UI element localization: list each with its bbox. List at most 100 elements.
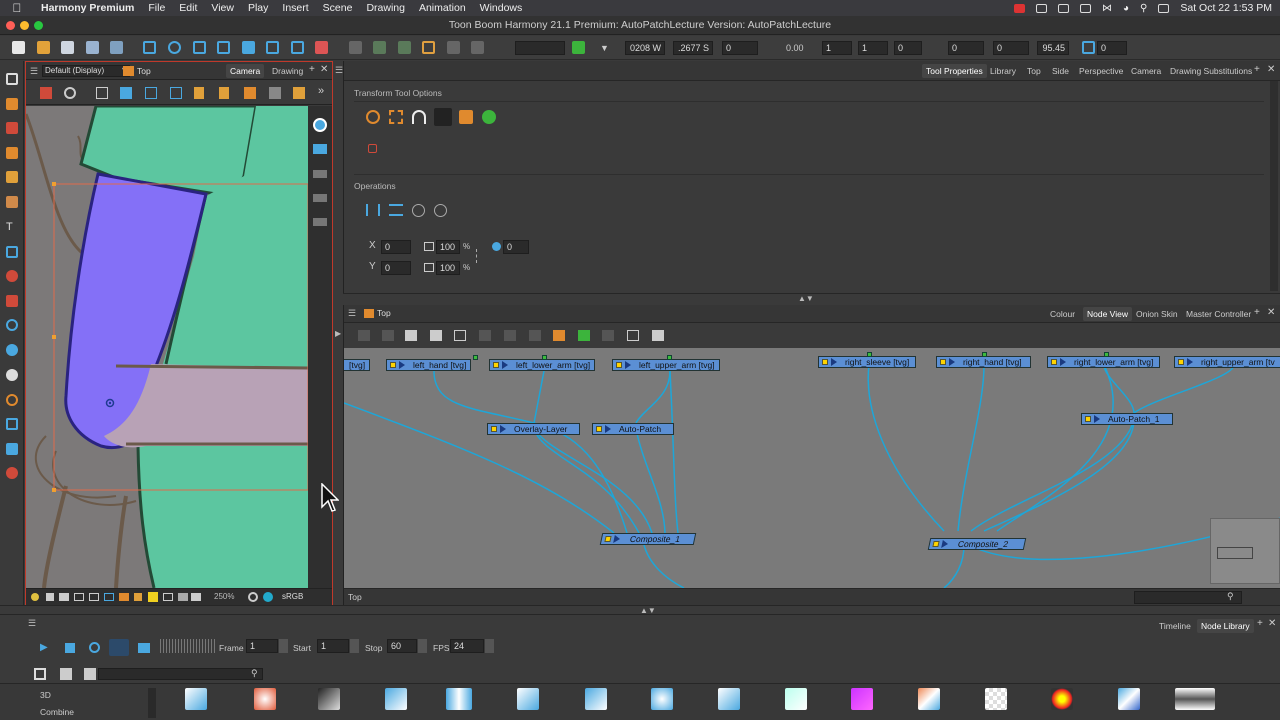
animate-mode-icon[interactable] xyxy=(572,41,585,54)
close-timeline-icon[interactable]: ✕ xyxy=(1268,618,1276,629)
new-scene-icon[interactable] xyxy=(12,41,25,54)
sound-toggle-icon[interactable] xyxy=(109,639,129,656)
scrollbar[interactable] xyxy=(1270,81,1278,291)
battery-icon[interactable] xyxy=(1079,3,1091,13)
color-wheel-icon[interactable] xyxy=(263,592,273,602)
more-icon[interactable]: » xyxy=(318,85,324,97)
maintain-size-icon[interactable] xyxy=(266,41,279,54)
node-auto-patch[interactable]: Auto-Patch xyxy=(592,423,675,435)
grid-icon[interactable] xyxy=(96,87,108,99)
close-node-view-icon[interactable]: ✕ xyxy=(1267,307,1275,318)
library-node-thumb-11[interactable] xyxy=(851,688,873,710)
field-percent[interactable]: 95.45 xyxy=(1037,41,1069,55)
node-auto-patch-1[interactable]: Auto-Patch_1 xyxy=(1081,413,1173,425)
node-enable-icon[interactable] xyxy=(1178,359,1184,365)
view-mode-icon-7[interactable] xyxy=(134,593,142,601)
layer-stack-icon-2[interactable] xyxy=(313,194,327,202)
display-select[interactable]: Default (Display) xyxy=(42,65,130,77)
library-view-icon[interactable] xyxy=(34,668,46,680)
brush-tool-icon[interactable] xyxy=(6,98,18,110)
lock-ratio-icon[interactable] xyxy=(476,249,477,263)
flip-horizontal-icon[interactable] xyxy=(366,204,380,216)
view-mode-icon-10[interactable] xyxy=(191,593,201,601)
field-s[interactable]: .2677 S xyxy=(673,41,713,55)
frame-stepper[interactable] xyxy=(279,639,288,653)
menu-animation[interactable]: Animation xyxy=(412,2,473,14)
library-list-icon[interactable] xyxy=(60,668,72,680)
unlock-icon[interactable] xyxy=(219,87,229,99)
library-category-combine[interactable]: Combine xyxy=(40,707,74,717)
library-node-thumb-5[interactable] xyxy=(446,688,472,710)
onion-skin-icon[interactable] xyxy=(313,118,327,132)
drawing-canvas[interactable] xyxy=(26,106,308,588)
brush-preview-icon[interactable] xyxy=(244,87,256,99)
lock-icon[interactable] xyxy=(194,87,204,99)
node-enable-icon[interactable] xyxy=(940,359,946,365)
morph-icon[interactable] xyxy=(447,41,460,54)
menu-icon-2[interactable]: ☰ xyxy=(348,308,356,319)
paint-tool-icon[interactable] xyxy=(6,147,18,159)
stamp-tool-icon[interactable] xyxy=(6,171,18,183)
menu-edit[interactable]: Edit xyxy=(172,2,204,14)
node-enable-icon[interactable] xyxy=(491,426,497,432)
view-mode-icon-4[interactable] xyxy=(89,593,99,601)
record-status-icon[interactable] xyxy=(1013,3,1025,13)
pencil-tool-icon[interactable] xyxy=(6,122,18,134)
library-node-thumb-1[interactable] xyxy=(185,688,207,710)
tab-perspective[interactable]: Perspective xyxy=(1075,64,1127,78)
dropper-tool-icon[interactable] xyxy=(6,295,18,307)
playback-speed-slider[interactable] xyxy=(160,639,215,653)
gear-icon[interactable] xyxy=(64,87,76,99)
bg-icon[interactable] xyxy=(170,87,182,99)
library-search-input[interactable] xyxy=(98,668,263,680)
menu-file[interactable]: File xyxy=(141,2,172,14)
view-mode-icon-2[interactable] xyxy=(59,593,69,601)
library-node-thumb-9[interactable] xyxy=(718,688,740,710)
field-zero-4[interactable]: 0 xyxy=(993,41,1029,55)
layer-select[interactable] xyxy=(515,41,565,55)
peg-select-icon[interactable] xyxy=(459,110,473,124)
add-tab-icon[interactable]: + xyxy=(309,64,315,75)
node-enable-icon[interactable] xyxy=(616,362,622,368)
field-one-b[interactable]: 1 xyxy=(858,41,888,55)
field-chart-icon[interactable] xyxy=(145,87,157,99)
node-enable-icon[interactable] xyxy=(1051,359,1057,365)
view-mode-icon-1[interactable] xyxy=(46,593,54,601)
add-peg-icon[interactable] xyxy=(405,330,417,341)
tab-node-view[interactable]: Node View xyxy=(1083,307,1132,321)
menu-icon[interactable]: ☰ xyxy=(30,66,38,77)
node-tool-icon-2[interactable] xyxy=(382,330,394,341)
flip-vertical-icon[interactable] xyxy=(389,204,403,216)
tab-side[interactable]: Side xyxy=(1048,64,1073,78)
node-search-input[interactable] xyxy=(1134,591,1242,604)
library-node-thumb-14[interactable] xyxy=(1051,688,1073,710)
dropdown-arrow-icon[interactable]: ▼ xyxy=(600,43,609,53)
node-left-hand[interactable]: left_hand [tvg] xyxy=(386,355,478,371)
animate-icon[interactable] xyxy=(40,87,52,99)
horizontal-splitter[interactable]: ▲▼ xyxy=(343,293,1280,305)
loop-icon[interactable] xyxy=(89,642,100,653)
tab-camera[interactable]: Camera xyxy=(226,64,265,78)
select-icon[interactable] xyxy=(143,41,156,54)
view-mode-icon-3[interactable] xyxy=(74,593,84,601)
node-composite-1[interactable]: Composite_1 xyxy=(599,533,697,545)
node-port[interactable] xyxy=(1104,352,1109,357)
splitter-menu-icon[interactable]: ☰ xyxy=(335,65,343,76)
menu-scene[interactable]: Scene xyxy=(316,2,360,14)
node-enable-icon[interactable] xyxy=(1085,416,1091,422)
tab-colour[interactable]: Colour xyxy=(1046,307,1079,321)
close-window-icon[interactable] xyxy=(6,21,15,30)
node-port[interactable] xyxy=(542,355,547,360)
menu-icon-3[interactable]: ☰ xyxy=(28,618,36,629)
close-view-icon[interactable]: ✕ xyxy=(320,64,328,75)
control-center-icon[interactable] xyxy=(1158,3,1170,13)
splitter-arrow-icon[interactable]: ▶ xyxy=(335,329,341,338)
save-as-icon[interactable] xyxy=(86,41,99,54)
rotate-cw-icon[interactable] xyxy=(434,204,447,217)
bone-select-icon[interactable] xyxy=(482,110,496,124)
rotate-icon[interactable] xyxy=(168,41,181,54)
field-w[interactable]: 0208 W xyxy=(625,41,665,55)
menu-drawing[interactable]: Drawing xyxy=(359,2,412,14)
library-node-thumb-7[interactable] xyxy=(585,688,607,710)
search-icon[interactable]: ⚲ xyxy=(1140,3,1147,14)
